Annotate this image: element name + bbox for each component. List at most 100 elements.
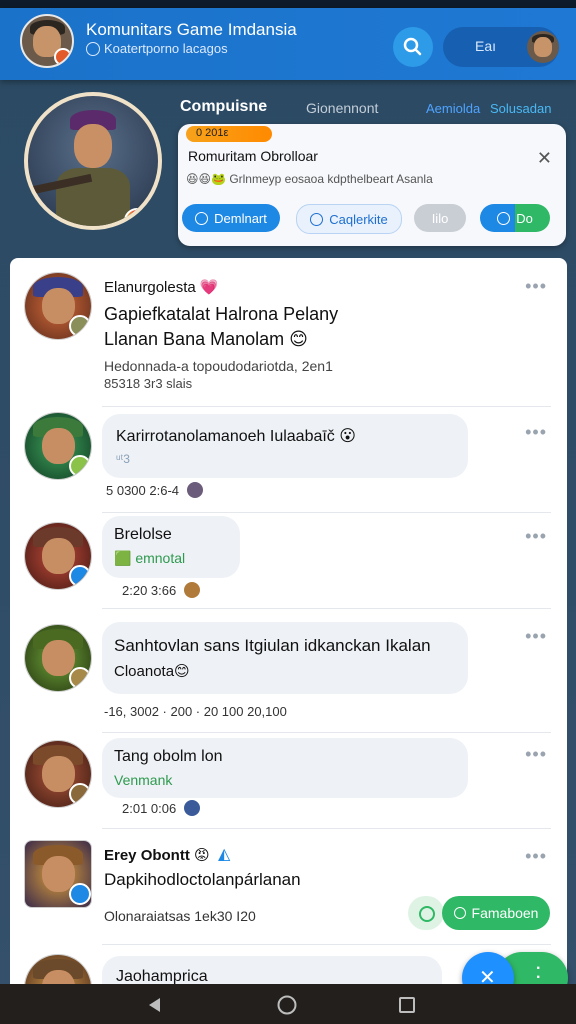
message-text: Brelolse xyxy=(114,526,172,543)
timestamp-row: 2:01 0:06 xyxy=(122,800,201,816)
more-icon[interactable]: ••• xyxy=(525,846,547,867)
reaction-avatar xyxy=(184,582,201,598)
hero-character-avatar[interactable] xyxy=(24,92,162,230)
smile-icon xyxy=(497,211,511,225)
reaction-button[interactable] xyxy=(408,896,444,930)
card-close-button[interactable]: ✕ xyxy=(537,148,552,169)
hero-tabs: Compuisne Gionennont Aemiolda Solusadan xyxy=(180,98,560,120)
timestamp-row: 5 0300 2:6-4 xyxy=(106,482,204,498)
avatar[interactable] xyxy=(24,840,92,908)
message-text: Sanhtovlan sans Itgiulan idkanckan Ikala… xyxy=(114,636,431,655)
profile-pill-label: Eaı xyxy=(475,38,497,54)
home-icon[interactable] xyxy=(276,994,298,1016)
post-line-1: Gapiefkatalat Halrona Pelany xyxy=(104,304,339,324)
timestamp: 2:01 0:06 xyxy=(122,800,177,816)
smile-icon xyxy=(419,906,435,922)
card-description-row: 😆😆🐸 Grlnmeyp eosaoa kdpthelbeart Asanla xyxy=(186,172,433,186)
feed-item[interactable]: Karirrotanolamanoeh Iulaabaīč 😮 ᵘᵗ3 5 03… xyxy=(10,408,567,514)
tab-gionennont[interactable]: Gionennont xyxy=(306,100,378,116)
avatar[interactable] xyxy=(24,624,92,692)
community-subtitle: Koatertporno lacagos xyxy=(86,41,228,56)
more-icon[interactable]: ••• xyxy=(525,276,547,297)
demlnart-label: Demlnart xyxy=(214,210,267,226)
more-icon[interactable]: ••• xyxy=(525,744,547,765)
avatar[interactable] xyxy=(24,740,92,808)
reply-icon xyxy=(453,907,466,919)
info-icon xyxy=(86,41,100,56)
famaboen-button[interactable]: Famaboen xyxy=(442,896,550,930)
caqlerkite-button[interactable]: Caqlerkite xyxy=(296,204,402,234)
divider xyxy=(102,512,551,513)
demlnart-button[interactable]: Demlnart xyxy=(182,204,280,232)
avatar[interactable] xyxy=(24,412,92,480)
feed-item[interactable]: Brelolse 🟩 emnotal 2:20 3:66 ••• xyxy=(10,514,567,614)
card-badge-text: 0 201ε xyxy=(196,127,229,139)
do-label: Do xyxy=(516,210,533,226)
verified-icon: ◭ xyxy=(218,846,231,863)
timestamp: Olonaraiatsas 1ek30 I20 xyxy=(104,908,256,924)
recents-icon[interactable] xyxy=(398,996,416,1014)
more-icon[interactable]: ••• xyxy=(525,626,547,647)
feed-item[interactable]: Sanhtovlan sans Itgiulan idkanckan Ikala… xyxy=(10,614,567,734)
timestamp: 5 0300 2:6-4 xyxy=(106,482,180,498)
card-badge: 0 201ε xyxy=(186,126,272,142)
back-icon[interactable] xyxy=(146,996,164,1014)
hero-section: Compuisne Gionennont Aemiolda Solusadan … xyxy=(0,80,576,260)
caqlerkite-label: Caqlerkite xyxy=(329,211,388,227)
message-bubble[interactable]: Karirrotanolamanoeh Iulaabaīč 😮 ᵘᵗ3 xyxy=(102,414,468,478)
message-sub: Cloanota😊 xyxy=(114,663,190,680)
iilo-button[interactable]: Iilo xyxy=(414,204,466,232)
community-title: Komunitars Game Imdansia xyxy=(86,20,297,39)
post-line-1: Dapkihodloctolanpárlanan xyxy=(104,870,301,889)
community-avatar[interactable] xyxy=(20,14,74,68)
do-button[interactable]: Do xyxy=(480,204,550,232)
message-sub: ᵘᵗ3 xyxy=(116,452,130,466)
more-icon[interactable]: ••• xyxy=(525,526,547,547)
app-header: Komunitars Game Imdansia Koatertporno la… xyxy=(0,8,576,80)
reaction-avatar xyxy=(187,482,204,498)
timestamp-row: 2:20 3:66 xyxy=(122,582,201,598)
divider xyxy=(102,732,551,733)
tab-compuisne[interactable]: Compuisne xyxy=(180,98,267,116)
card-emoji-row: 😆😆🐸 xyxy=(186,172,226,186)
system-navigation-bar xyxy=(0,984,576,1024)
avatar[interactable] xyxy=(24,522,92,590)
profile-avatar xyxy=(527,31,559,63)
reaction-avatar xyxy=(184,800,201,816)
feed-item[interactable]: Tang obolm lon Venmank 2:01 0:06 ••• xyxy=(10,734,567,834)
card-title: Romuritam Obrolloar xyxy=(188,148,318,164)
divider xyxy=(102,406,551,407)
message-bubble[interactable]: Sanhtovlan sans Itgiulan idkanckan Ikala… xyxy=(102,622,468,694)
close-icon: ✕ xyxy=(536,148,552,168)
community-subtitle-text: Koatertporno lacagos xyxy=(104,41,228,56)
feed-item[interactable]: Elanurgolesta 💗 Gapiefkatalat Halrona Pe… xyxy=(10,258,567,408)
famaboen-label: Famaboen xyxy=(471,905,539,921)
more-icon[interactable]: ••• xyxy=(525,422,547,443)
message-text: Karirrotanolamanoeh Iulaabaīč 😮 xyxy=(116,428,356,445)
community-card: 0 201ε Romuritam Obrolloar ✕ 😆😆🐸 Grlnmey… xyxy=(178,124,566,246)
timestamp: -16, 3002 · 200 · 20 100 20,100 xyxy=(104,704,287,719)
search-icon xyxy=(403,37,422,56)
card-description: Grlnmeyp eosaoa kdpthelbeart Asanla xyxy=(229,172,433,186)
message-bubble[interactable]: Brelolse 🟩 emnotal xyxy=(102,516,240,578)
profile-pill[interactable]: Eaı xyxy=(443,27,559,67)
divider xyxy=(102,944,551,945)
author-name[interactable]: Erey Obontt 😡 xyxy=(104,846,210,864)
tab-solusadan[interactable]: Solusadan xyxy=(490,101,551,116)
message-sub: Venmank xyxy=(114,772,173,788)
message-bubble[interactable]: Tang obolm lon Venmank xyxy=(102,738,468,798)
message-feed[interactable]: Elanurgolesta 💗 Gapiefkatalat Halrona Pe… xyxy=(10,258,567,998)
post-line-2: Llanan Bana Manolam 😊 xyxy=(104,329,308,349)
search-button[interactable] xyxy=(393,27,433,67)
iilo-label: Iilo xyxy=(431,210,449,226)
timestamp: 85318 3r3 slais xyxy=(104,376,193,391)
author-name[interactable]: Elanurgolesta 💗 xyxy=(104,278,219,296)
chat-outline-icon xyxy=(310,212,324,226)
tab-aemiolda[interactable]: Aemiolda xyxy=(426,101,480,116)
divider xyxy=(102,608,551,609)
post-line-3: Hedonnada-a topoudodariotda, 2en1 xyxy=(104,358,333,374)
feed-item[interactable]: Erey Obontt 😡 ◭ Dapkihodloctolanpárlanan… xyxy=(10,834,567,946)
divider xyxy=(102,828,551,829)
timestamp: 2:20 3:66 xyxy=(122,582,177,598)
avatar[interactable] xyxy=(24,272,92,340)
